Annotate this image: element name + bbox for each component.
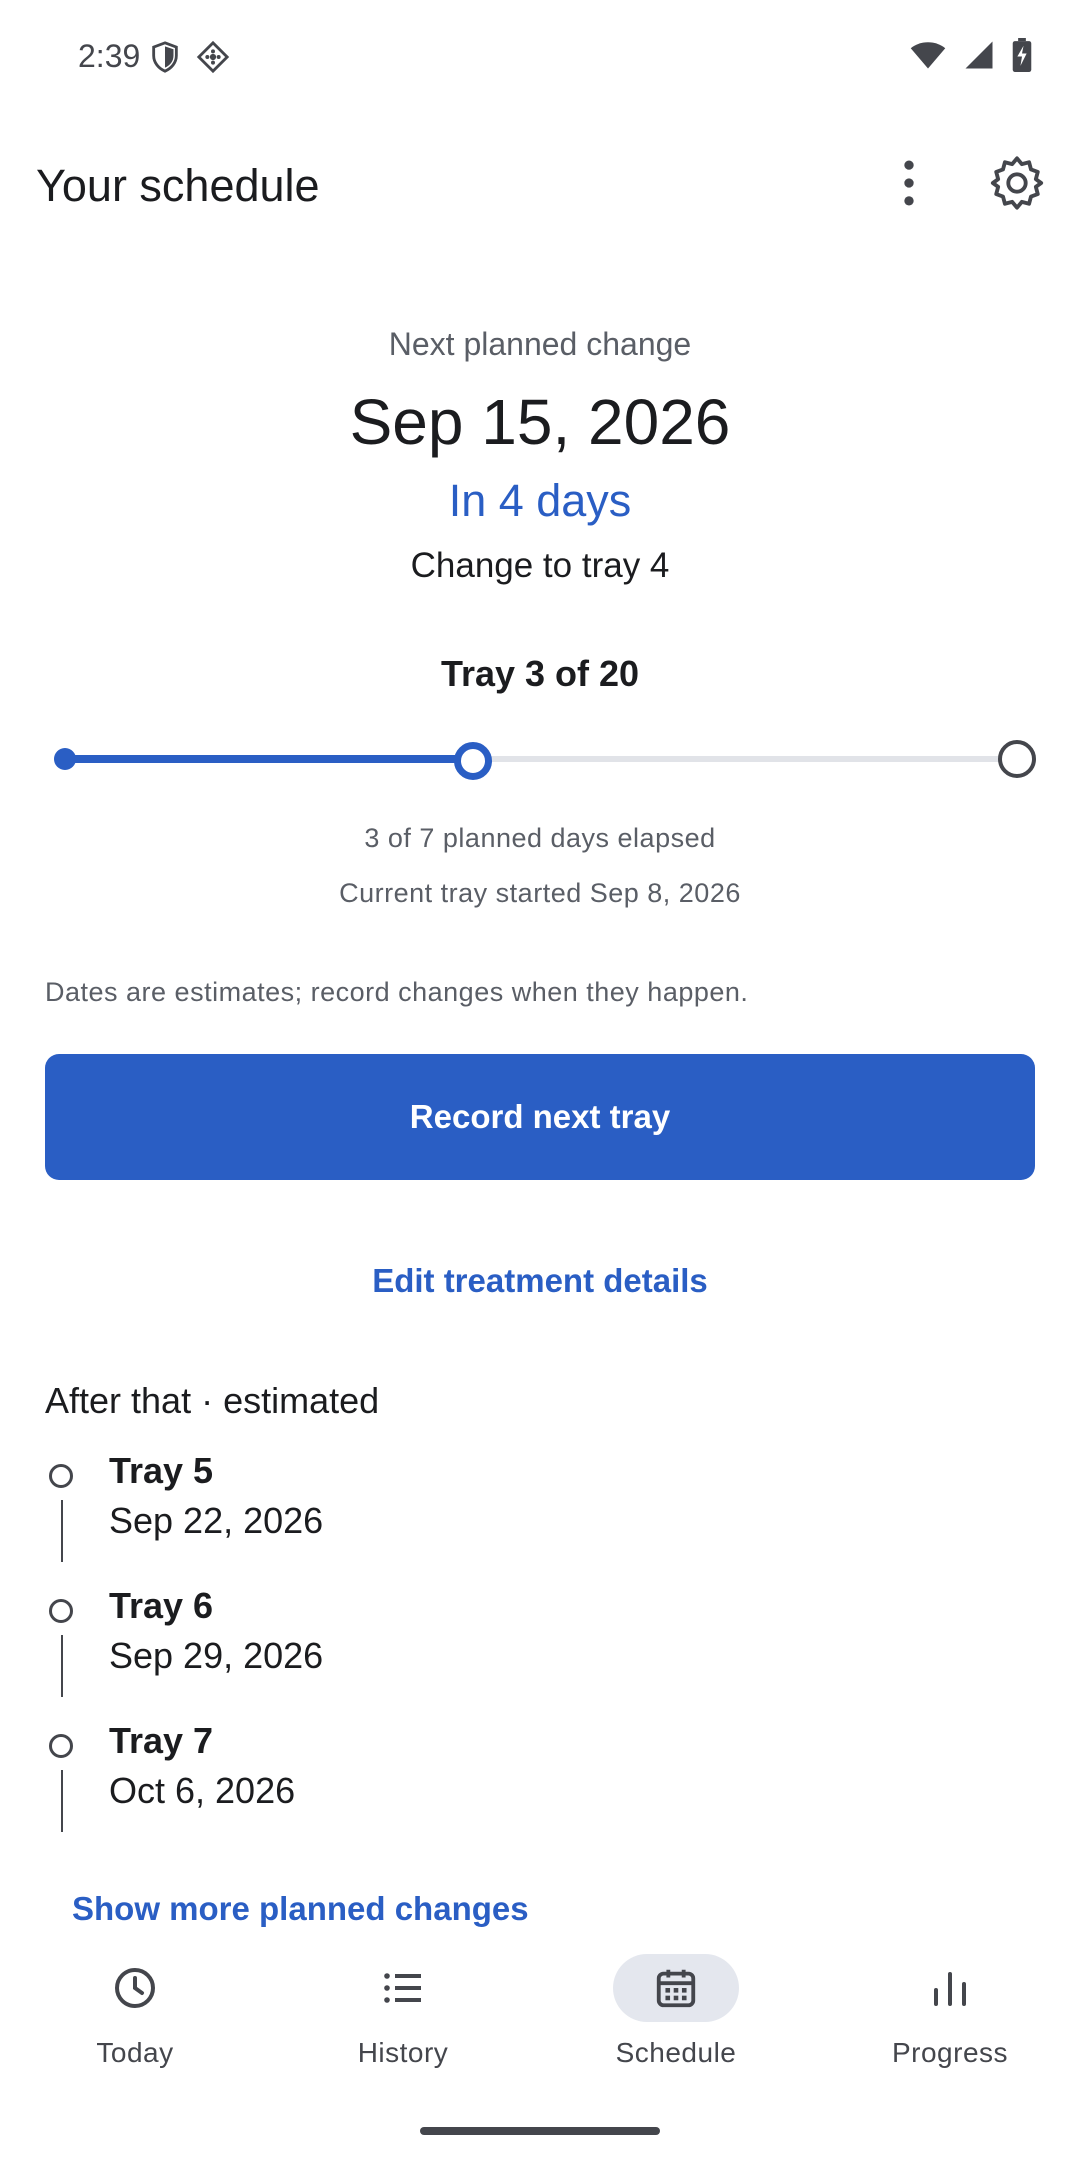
settings-button[interactable] [984,150,1050,216]
progress-current-dot [454,742,493,780]
nav-item-progress[interactable]: Progress [815,1940,1080,2080]
next-change-label: Next planned change [388,326,692,362]
battery-charging-icon [1012,38,1032,77]
progress-end-dot [998,740,1036,778]
cell-signal-icon [964,40,994,75]
progress-start-dot [54,748,76,770]
upcoming-list-item: Tray 5 Sep 22, 2026 [45,1450,945,1580]
elapsed-text: 3 of 7 planned days elapsed [364,823,716,853]
nav-item-history[interactable]: History [268,1940,538,2080]
tray-progress-bar [44,738,1036,780]
shield-icon [148,40,182,74]
nav-icon-container [613,1954,739,2022]
calendar-icon [656,1969,696,2008]
upcoming-tray-date: Sep 29, 2026 [109,1635,324,1676]
status-icons [910,38,1032,77]
nav-item-today[interactable]: Today [0,1940,270,2080]
upcoming-tray-date: Sep 22, 2026 [109,1500,324,1541]
tray-count: Tray 3 of 20 [440,653,640,694]
timeline-circle-icon [49,1464,73,1488]
disclaimer-text: Dates are estimates; record changes when… [45,977,749,1007]
nav-icon-container [887,1954,1013,2022]
timeline-connector [61,1770,63,1832]
nav-label-progress: Progress [891,2037,1009,2068]
change-to-text: Change to tray 4 [410,546,670,585]
vpn-key-icon [196,40,230,74]
home-indicator[interactable] [420,2127,660,2135]
timeline-circle-icon [49,1734,73,1758]
nav-icon-container [340,1954,466,2022]
clock-icon [115,1968,155,2008]
more-options-button[interactable] [876,150,942,216]
wifi-icon [910,40,946,75]
next-change-date: Sep 15, 2026 [349,386,731,458]
edit-treatment-link[interactable]: Edit treatment details [0,1262,1080,1300]
timeline-connector [61,1500,63,1562]
nav-label-today: Today [96,2037,174,2068]
upcoming-list-item: Tray 7 Oct 6, 2026 [45,1720,945,1850]
show-more-link[interactable]: Show more planned changes [72,1890,529,1928]
timeline-circle-icon [49,1599,73,1623]
nav-label-schedule: Schedule [615,2037,737,2068]
more-vert-icon [904,160,914,206]
upcoming-list-item: Tray 6 Sep 29, 2026 [45,1585,945,1715]
timeline-connector [61,1635,63,1697]
upcoming-tray-name: Tray 5 [109,1450,214,1491]
upcoming-tray-date: Oct 6, 2026 [109,1770,296,1811]
upcoming-section-title: After that · estimated [45,1380,380,1421]
upcoming-tray-name: Tray 6 [109,1585,214,1626]
page-title: Your schedule [36,160,320,211]
upcoming-tray-name: Tray 7 [109,1720,214,1761]
list-icon [384,1973,421,2003]
nav-icon-container [72,1954,198,2022]
bottom-navigation: Today History Schedule Progress [0,1940,1080,2090]
status-time: 2:39 [78,38,141,74]
gear-icon [990,156,1044,210]
bar-chart-icon [934,1972,966,2006]
started-text: Current tray started Sep 8, 2026 [339,878,741,908]
nav-item-schedule[interactable]: Schedule [541,1940,811,2080]
nav-label-history: History [357,2037,449,2068]
record-next-tray-button[interactable]: Record next tray [45,1054,1035,1180]
countdown-text: In 4 days [448,475,632,526]
edit-treatment-label[interactable]: Edit treatment details [372,1262,708,1299]
progress-fill [64,755,474,763]
